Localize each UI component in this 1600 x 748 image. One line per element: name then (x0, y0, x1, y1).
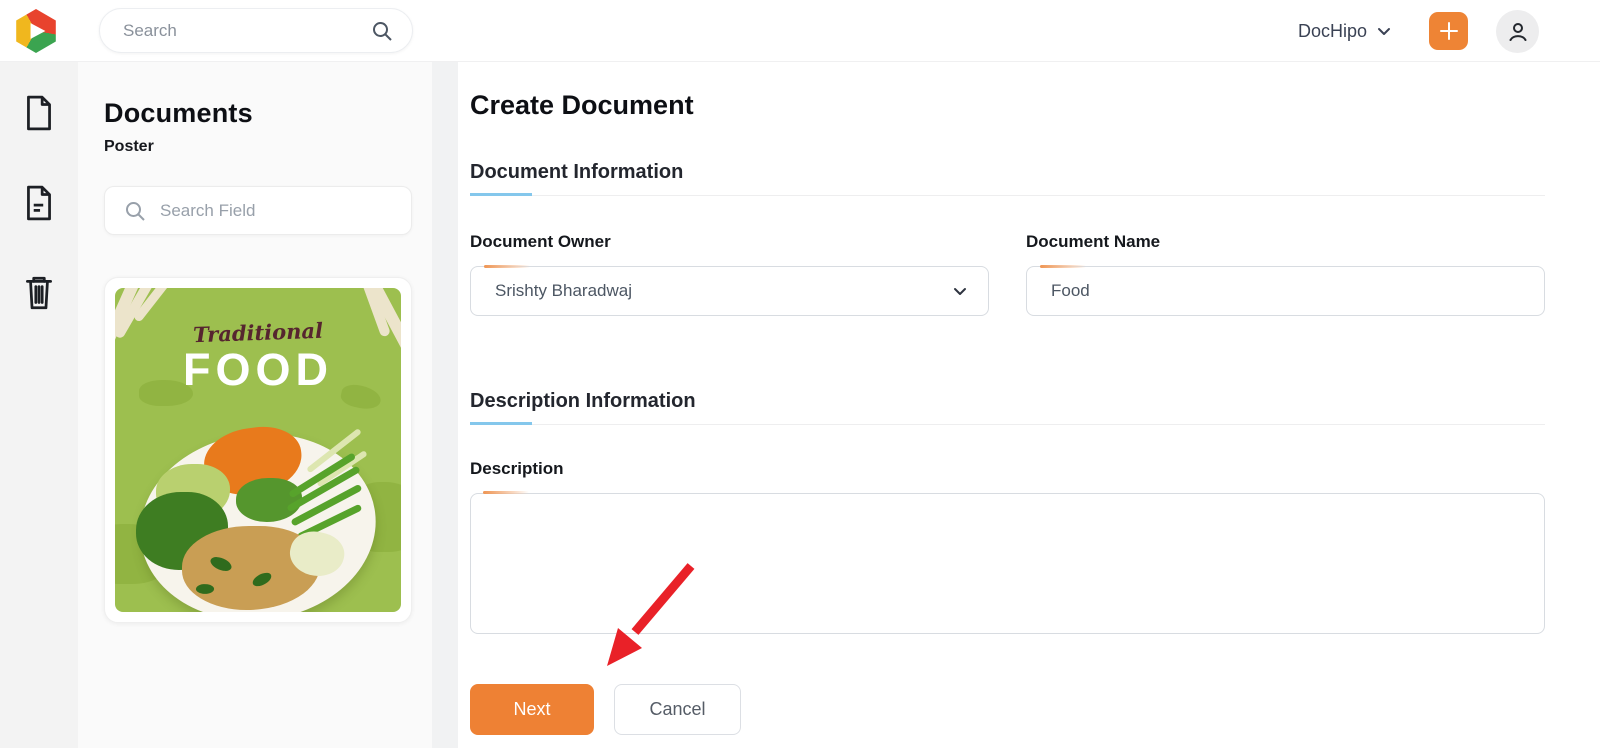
documents-panel: Documents Poster Traditional FOOD (78, 62, 432, 748)
page-title: Create Document (470, 90, 694, 120)
description-input-wrap (470, 491, 1545, 639)
document-name-label: Document Name (1026, 232, 1161, 251)
workspace-switcher[interactable]: DocHipo (1298, 0, 1392, 62)
section-title-document-information: Document Information (470, 161, 684, 183)
left-icon-rail (0, 62, 78, 748)
dochipo-logo-icon[interactable] (16, 9, 56, 53)
focus-accent (484, 265, 530, 268)
chevron-down-icon (1376, 23, 1392, 39)
template-icon (27, 185, 51, 221)
create-new-button[interactable] (1429, 12, 1468, 50)
chevron-down-icon[interactable] (952, 283, 968, 299)
workspace-name: DocHipo (1298, 20, 1368, 41)
search-icon[interactable] (370, 19, 394, 43)
sidebar-item-documents[interactable] (20, 94, 58, 132)
user-avatar[interactable] (1496, 10, 1539, 53)
panel-divider (432, 62, 458, 748)
document-name-input[interactable] (1051, 281, 1524, 301)
person-icon (1509, 22, 1526, 41)
document-name-input-wrap[interactable] (1026, 265, 1545, 316)
play-icon (30, 23, 46, 39)
document-thumbnail-card[interactable]: Traditional FOOD (104, 277, 412, 623)
cancel-button[interactable]: Cancel (614, 684, 741, 735)
description-label: Description (470, 459, 564, 478)
section-title-description-information: Description Information (470, 390, 696, 412)
document-icon (27, 95, 51, 131)
poster-title-text: FOOD (183, 344, 333, 395)
document-owner-label: Document Owner (470, 232, 611, 251)
section-accent (470, 193, 532, 196)
sidebar-item-templates[interactable] (20, 184, 58, 222)
document-search-input[interactable] (160, 200, 397, 221)
section-divider (470, 193, 1545, 196)
trash-icon (26, 276, 52, 310)
description-textarea[interactable] (470, 493, 1545, 634)
global-search-input[interactable] (123, 20, 370, 41)
section-divider (470, 422, 1545, 425)
plus-icon (1439, 22, 1458, 40)
focus-accent (1040, 265, 1086, 268)
top-header: DocHipo (0, 0, 1600, 62)
document-name-field: Document Name (1026, 232, 1545, 316)
next-button[interactable]: Next (470, 684, 594, 735)
panel-subtitle: Poster (104, 138, 154, 155)
document-owner-field: Document Owner Srishty Bharadwaj (470, 232, 989, 316)
panel-title: Documents (104, 98, 253, 128)
food-poster-thumbnail: Traditional FOOD (115, 288, 401, 612)
sidebar-item-trash[interactable] (20, 274, 58, 312)
document-owner-select[interactable]: Srishty Bharadwaj (470, 265, 989, 316)
document-search[interactable] (104, 186, 412, 235)
salad-bowl-image (129, 420, 387, 612)
document-owner-value: Srishty Bharadwaj (495, 281, 633, 300)
global-search[interactable] (99, 8, 413, 53)
focus-accent (483, 491, 529, 494)
search-icon (123, 199, 147, 223)
section-accent (470, 422, 532, 425)
create-document-form: Create Document Document Information Doc… (458, 62, 1600, 748)
